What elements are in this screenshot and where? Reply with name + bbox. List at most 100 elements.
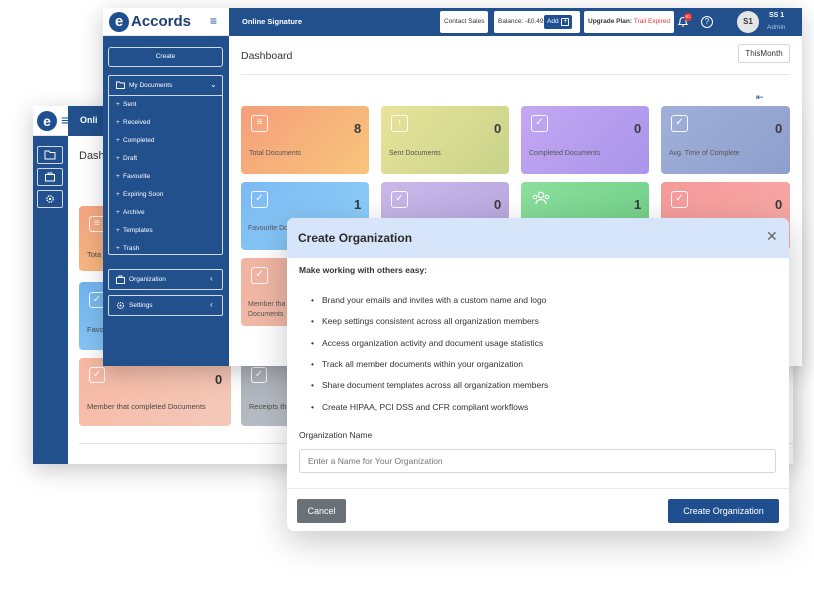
background-card-label: Tota — [87, 250, 102, 259]
help-icon[interactable]: ? — [701, 16, 713, 28]
avatar[interactable]: S1 — [737, 11, 759, 33]
card-total-documents[interactable]: ≡ 8 Total Documents — [241, 106, 369, 174]
dot-icon: + — [116, 101, 120, 108]
sidebar-item-label: Received — [123, 119, 151, 126]
check-icon: ✓ — [671, 191, 688, 208]
background-header-title: Onli — [80, 115, 98, 125]
check-icon: ✓ — [251, 367, 267, 383]
card-count: 0 — [494, 121, 502, 136]
page-title: Dashboard — [241, 50, 293, 62]
card-count: 8 — [354, 121, 362, 136]
card-avg-time[interactable]: ✓ 0 Avg. Time of Complete — [661, 106, 790, 174]
chevron-down-icon: ⌄ — [210, 80, 217, 89]
notification-badge: 61 — [684, 13, 692, 21]
dot-icon: + — [116, 209, 120, 216]
my-documents-header[interactable]: My Documents ⌄ — [109, 76, 222, 96]
feature-item: Brand your emails and invites with a cus… — [311, 295, 546, 305]
card-label: Completed Documents — [529, 150, 601, 157]
card-label: Avg. Time of Complete — [669, 150, 740, 157]
period-select[interactable]: ThisMonth — [738, 44, 790, 63]
dot-icon: + — [116, 173, 120, 180]
chevron-left-icon: ‹ — [210, 300, 213, 309]
user-name: SS 1 — [769, 12, 785, 19]
card-count: 0 — [775, 121, 783, 136]
card-sent-documents[interactable]: ↑ 0 Sent Documents — [381, 106, 509, 174]
background-card-count: 0 — [215, 372, 223, 387]
header-divider — [241, 74, 790, 75]
gear-icon — [116, 301, 125, 310]
folder-icon — [116, 81, 125, 89]
sidebar-item-organization[interactable]: Organization ‹ — [108, 269, 223, 290]
check-icon: ✓ — [251, 267, 268, 284]
document-icon: ≡ — [251, 115, 268, 132]
menu-icon[interactable]: ≡ — [210, 14, 217, 28]
gear-icon[interactable] — [37, 190, 63, 208]
sidebar-item-label: Favourite — [123, 173, 151, 180]
feature-item: Share document templates across all orga… — [311, 380, 548, 390]
background-card-member-completed[interactable]: ✓ 0 Member that completed Documents — [79, 358, 231, 426]
sidebar-item-label: Trash — [123, 245, 140, 252]
logo-area: e Accords ≡ — [103, 8, 229, 36]
sidebar: Create My Documents ⌄ + Sent + Received + C… — [103, 36, 229, 366]
sidebar-item-settings[interactable]: Settings ‹ — [108, 295, 223, 316]
briefcase-icon — [116, 275, 125, 284]
modal-footer-divider — [287, 488, 789, 489]
card-count: 0 — [634, 121, 642, 136]
balance-box: Balance: -£0.49 Add + — [494, 11, 580, 33]
sidebar-item-sent[interactable]: + Sent — [109, 101, 222, 113]
create-button[interactable]: Create — [108, 47, 223, 67]
cancel-button[interactable]: Cancel — [297, 499, 346, 523]
close-icon[interactable]: ✕ — [766, 229, 778, 243]
my-documents-group: My Documents ⌄ + Sent + Received + Complete… — [108, 75, 223, 255]
sidebar-item-templates[interactable]: + Templates — [109, 227, 222, 239]
upgrade-plan-button[interactable]: Upgrade Plan: Trail Expired — [584, 11, 675, 33]
balance-text: Balance: -£0.49 — [498, 18, 544, 25]
sidebar-item-completed[interactable]: + Completed — [109, 137, 222, 149]
sidebar-item-label: Sent — [123, 101, 137, 108]
user-role: Admin — [767, 24, 786, 31]
background-card-label: Member that completed Documents — [87, 402, 206, 411]
sidebar-item-label: Draft — [123, 155, 138, 162]
organization-name-input[interactable] — [299, 449, 776, 473]
card-count: 0 — [775, 197, 783, 212]
add-balance-button[interactable]: Add + — [544, 15, 573, 29]
check-icon: ✓ — [251, 191, 268, 208]
sidebar-item-trash[interactable]: + Trash — [109, 245, 222, 257]
check-icon: ✓ — [391, 191, 408, 208]
contact-sales-button[interactable]: Contact Sales — [440, 11, 489, 33]
modal-header: Create Organization ✕ — [287, 218, 789, 258]
modal-title: Create Organization — [298, 231, 413, 245]
chevron-left-icon: ‹ — [210, 274, 213, 283]
sidebar-item-draft[interactable]: + Draft — [109, 155, 222, 167]
sidebar-item-favourite[interactable]: + Favourite — [109, 173, 222, 185]
dot-icon: + — [116, 119, 120, 126]
topbar: e Accords ≡ Online Signature Contact Sal… — [103, 8, 802, 36]
sidebar-item-label: Completed — [123, 137, 155, 144]
sidebar-item-expiring-soon[interactable]: + Expiring Soon — [109, 191, 222, 203]
check-icon: ✓ — [671, 115, 688, 132]
create-organization-button[interactable]: Create Organization — [668, 499, 779, 523]
app-title: Online Signature — [242, 17, 303, 26]
background-logo-icon: e — [37, 111, 57, 131]
background-card-label: Favo — [87, 325, 104, 334]
feature-item: Keep settings consistent across all orga… — [311, 316, 539, 326]
collapse-icon[interactable]: ⇤ — [756, 92, 764, 103]
sidebar-item-archive[interactable]: + Archive — [109, 209, 222, 221]
card-label: Sent Documents — [389, 150, 441, 157]
sidebar-item-received[interactable]: + Received — [109, 119, 222, 131]
card-count: 1 — [634, 197, 642, 212]
settings-label: Settings — [129, 302, 153, 309]
card-label: Favourite Do — [248, 225, 289, 232]
briefcase-icon[interactable] — [37, 168, 63, 186]
trial-status: Trail Expired — [633, 18, 671, 25]
logo-icon: e — [109, 12, 129, 32]
organization-label: Organization — [129, 276, 166, 283]
feature-item: Track all member documents within your o… — [311, 359, 523, 369]
dot-icon: + — [116, 191, 120, 198]
check-icon: ✓ — [531, 115, 548, 132]
background-card-label: Receipts th — [249, 402, 287, 411]
folder-icon[interactable] — [37, 146, 63, 164]
card-completed-documents[interactable]: ✓ 0 Completed Documents — [521, 106, 649, 174]
dot-icon: + — [116, 137, 120, 144]
feature-item: Access organization activity and documen… — [311, 338, 543, 348]
